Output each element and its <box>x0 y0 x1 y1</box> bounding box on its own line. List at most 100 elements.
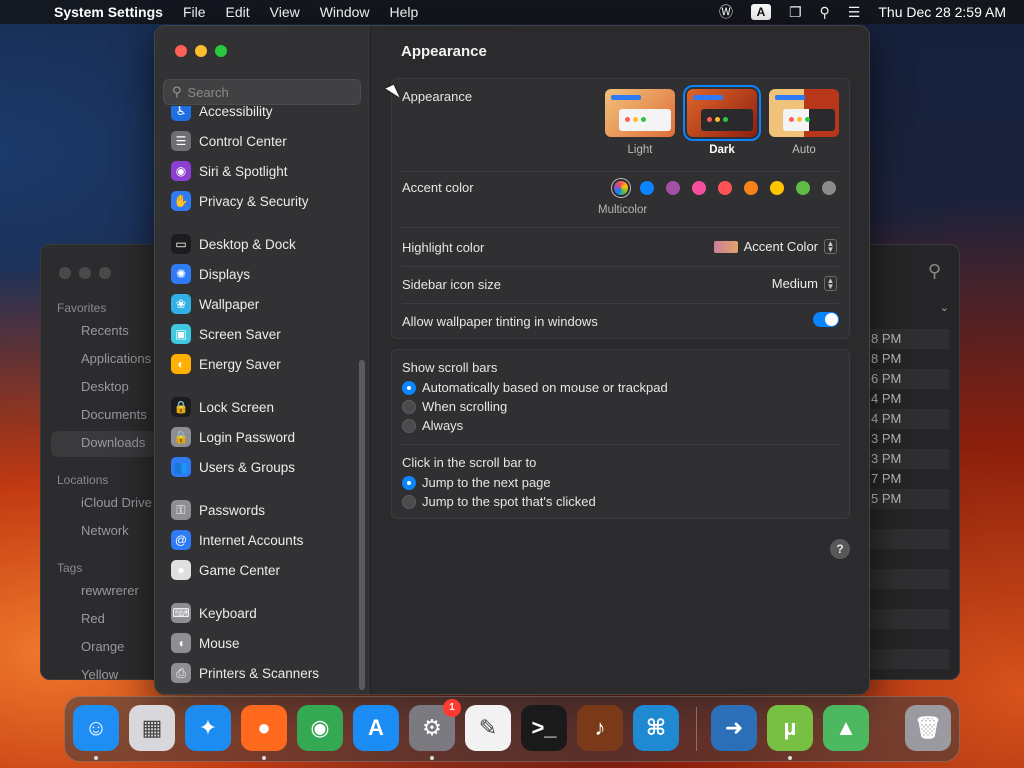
scroll-option-when-scrolling[interactable]: When scrolling <box>402 399 507 414</box>
file-time[interactable]: 8 PM <box>869 329 949 349</box>
wallpaper-tinting-toggle[interactable] <box>813 312 839 327</box>
finder-item-icloud[interactable]: iCloud Drive <box>81 495 152 510</box>
spotlight-search-icon[interactable]: ⚲ <box>820 4 830 21</box>
sidebar-icon-size-popup[interactable]: Medium ▲ ▼ <box>772 276 837 291</box>
dock-garageband-icon[interactable]: ♪ <box>577 705 623 751</box>
control-center-icon[interactable]: ☰ <box>848 4 861 21</box>
menu-app-name[interactable]: System Settings <box>52 4 173 20</box>
sidebar-item-control-center[interactable]: ☰ Control Center <box>171 128 287 154</box>
accent-swatch[interactable] <box>796 181 810 195</box>
finder-item-desktop[interactable]: Desktop <box>81 379 129 394</box>
wordpress-status-icon[interactable]: Ⓦ <box>719 2 733 22</box>
sidebar-search[interactable]: ⚲ <box>163 79 361 105</box>
input-source-icon[interactable]: A <box>750 4 771 20</box>
close-button[interactable] <box>175 45 187 57</box>
sidebar-item-wallpaper[interactable]: ❀ Wallpaper <box>171 291 259 317</box>
file-time[interactable]: 4 PM <box>869 389 949 409</box>
finder-item-recents[interactable]: Recents <box>81 323 129 338</box>
dock-trash-icon[interactable]: 🗑 <box>905 705 951 751</box>
accent-swatch[interactable] <box>666 181 680 195</box>
finder-item-downloads[interactable]: Downloads <box>81 435 145 450</box>
highlight-color-popup[interactable]: Accent Color ▲ ▼ <box>713 239 837 254</box>
radio-unselected[interactable] <box>402 494 416 509</box>
scroll-option-always[interactable]: Always <box>402 418 463 433</box>
accent-multicolor-swatch[interactable] <box>614 181 628 195</box>
file-time[interactable]: 5 PM <box>869 489 949 509</box>
dock-app-store-icon[interactable]: A <box>353 705 399 751</box>
tag-rewwrerer[interactable]: rewwrerer <box>81 583 139 598</box>
menu-file[interactable]: File <box>173 4 216 20</box>
menu-edit[interactable]: Edit <box>216 4 260 20</box>
finder-search-icon[interactable]: ⚲ <box>928 261 941 282</box>
theme-light-thumbnail[interactable] <box>605 89 675 137</box>
accent-swatch[interactable] <box>822 181 836 195</box>
chevron-down-icon[interactable]: ⌄ <box>940 301 949 314</box>
menu-clock[interactable]: Thu Dec 28 2:59 AM <box>878 4 1006 20</box>
sidebar-item-users-groups[interactable]: 👥 Users & Groups <box>171 454 295 480</box>
file-time[interactable]: 7 PM <box>869 469 949 489</box>
menu-window[interactable]: Window <box>310 4 380 20</box>
sidebar-item-displays[interactable]: ✺ Displays <box>171 261 250 287</box>
tag-red[interactable]: Red <box>81 611 105 626</box>
scroll-option-automatic[interactable]: Automatically based on mouse or trackpad <box>402 380 668 395</box>
zoom-button[interactable] <box>215 45 227 57</box>
dock-vscode-icon[interactable]: ⌘ <box>633 705 679 751</box>
click-option-next-page[interactable]: Jump to the next page <box>402 475 551 490</box>
file-time[interactable]: 6 PM <box>869 369 949 389</box>
accent-swatch[interactable] <box>718 181 732 195</box>
dock-firefox-icon[interactable]: ● <box>241 705 287 751</box>
sidebar-item-printers-scanners[interactable]: ⎙ Printers & Scanners <box>171 660 319 686</box>
click-option-spot-clicked[interactable]: Jump to the spot that's clicked <box>402 494 596 509</box>
finder-item-documents[interactable]: Documents <box>81 407 147 422</box>
radio-unselected[interactable] <box>402 418 416 433</box>
accent-swatch[interactable] <box>692 181 706 195</box>
theme-auto-thumbnail[interactable] <box>769 89 839 137</box>
tag-orange[interactable]: Orange <box>81 639 124 654</box>
sidebar-scrollbar[interactable] <box>359 360 365 690</box>
menu-help[interactable]: Help <box>380 4 429 20</box>
sidebar-item-game-center[interactable]: ● Game Center <box>171 557 280 583</box>
sidebar-item-desktop-dock[interactable]: ▭ Desktop & Dock <box>171 231 296 257</box>
accent-swatch[interactable] <box>744 181 758 195</box>
file-time[interactable]: 4 PM <box>869 409 949 429</box>
radio-selected[interactable] <box>402 380 416 395</box>
radio-unselected[interactable] <box>402 399 416 414</box>
sidebar-item-login-password[interactable]: 🔒 Login Password <box>171 424 295 450</box>
sidebar-item-siri-spotlight[interactable]: ◉ Siri & Spotlight <box>171 158 288 184</box>
theme-dark-thumbnail[interactable] <box>683 85 761 141</box>
system-settings-window: ⚲ ♿ Accessibility ☰ Control Center ◉ Siri & S… <box>154 25 870 695</box>
dock-migration-icon[interactable]: ➜ <box>711 705 757 751</box>
screen-mirroring-icon[interactable]: ❐ <box>789 4 802 21</box>
finder-item-applications[interactable]: Applications <box>81 351 151 366</box>
sidebar-item-mouse[interactable]: ◖ Mouse <box>171 630 240 656</box>
dock-launchpad-icon[interactable]: ▦ <box>129 705 175 751</box>
accent-swatch[interactable] <box>770 181 784 195</box>
minimize-button[interactable] <box>195 45 207 57</box>
sidebar-item-accessibility[interactable]: ♿ Accessibility <box>171 106 273 124</box>
dock-finder-icon[interactable]: ☺ <box>73 705 119 751</box>
sidebar-item-energy-saver[interactable]: ◐ Energy Saver <box>171 351 281 377</box>
dock-terminal-icon[interactable]: >_ <box>521 705 567 751</box>
file-time[interactable]: 3 PM <box>869 449 949 469</box>
menu-view[interactable]: View <box>260 4 310 20</box>
sidebar-item-passwords[interactable]: ⚿ Passwords <box>171 497 265 523</box>
sidebar-item-lock-screen[interactable]: 🔒 Lock Screen <box>171 394 274 420</box>
dock-textedit-icon[interactable]: ✎ <box>465 705 511 751</box>
dock-system-settings-icon[interactable]: ⚙ 1 <box>409 699 461 751</box>
dock-safari-icon[interactable]: ✦ <box>185 705 231 751</box>
sidebar-item-internet-accounts[interactable]: @ Internet Accounts <box>171 527 303 553</box>
radio-selected[interactable] <box>402 475 416 490</box>
search-input[interactable] <box>187 84 348 100</box>
dock-chrome-icon[interactable]: ◉ <box>297 705 343 751</box>
sidebar-item-screen-saver[interactable]: ▣ Screen Saver <box>171 321 281 347</box>
finder-item-network[interactable]: Network <box>81 523 129 538</box>
help-button[interactable]: ? <box>830 539 850 559</box>
file-time[interactable]: 3 PM <box>869 429 949 449</box>
dock-maps-icon[interactable]: ▲ <box>823 705 869 751</box>
sidebar-item-keyboard[interactable]: ⌨ Keyboard <box>171 600 257 626</box>
sidebar-item-privacy-security[interactable]: ✋ Privacy & Security <box>171 188 309 214</box>
dock-utorrent-icon[interactable]: µ <box>767 705 813 751</box>
tag-yellow[interactable]: Yellow <box>81 667 118 679</box>
file-time[interactable]: 8 PM <box>869 349 949 369</box>
accent-swatch[interactable] <box>640 181 654 195</box>
